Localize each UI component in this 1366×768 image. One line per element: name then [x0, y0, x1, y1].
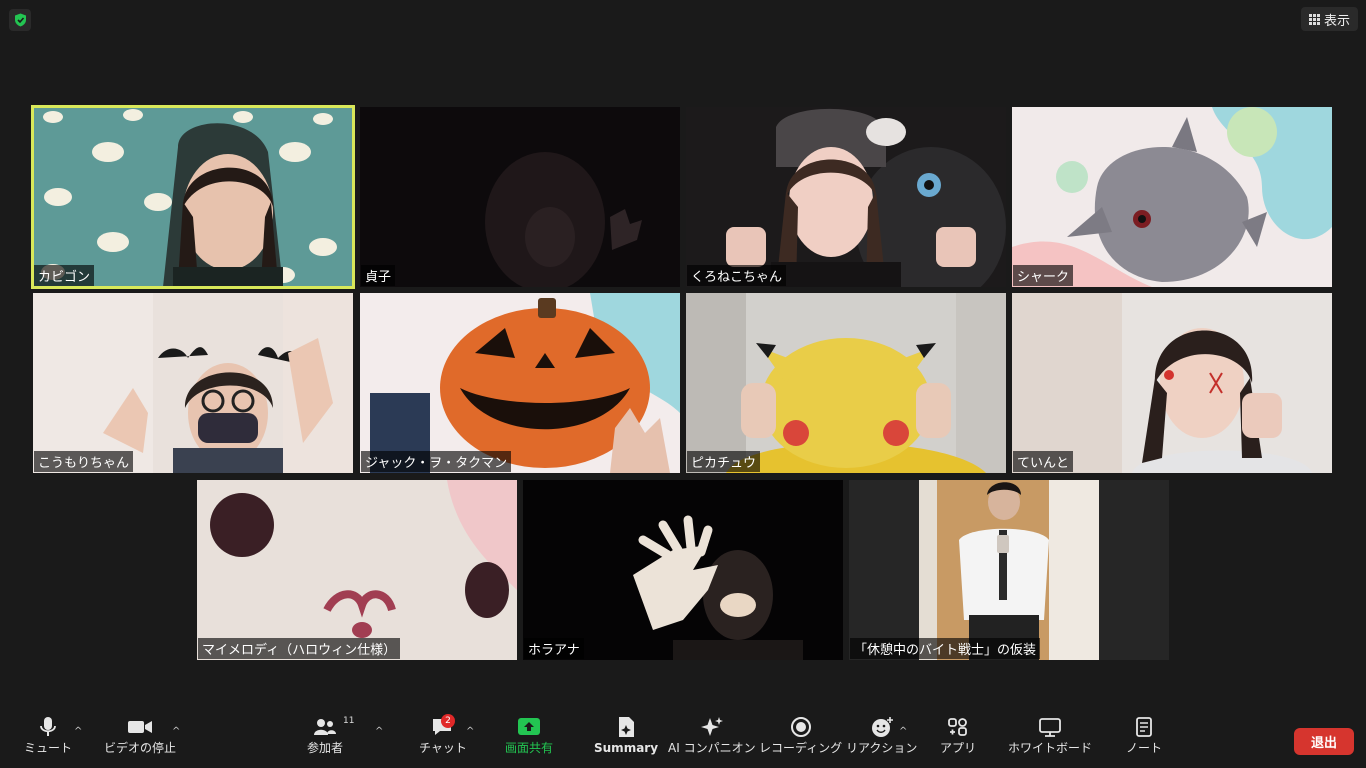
participant-video: [360, 107, 680, 287]
notes-icon: [1136, 717, 1152, 737]
participant-name: 貞子: [361, 265, 396, 286]
participant-name: シャーク: [1013, 265, 1074, 286]
summary-icon: [619, 717, 635, 737]
video-tile-baito[interactable]: 「休憩中のバイト戦士」の仮装: [849, 480, 1169, 660]
apps-label: アプリ: [940, 741, 977, 755]
participant-name: ホラアナ: [524, 638, 584, 659]
participant-video: [1012, 293, 1332, 473]
participant-video: [33, 293, 353, 473]
share-label: 画面共有: [505, 741, 554, 755]
video-camera-icon: [128, 721, 152, 733]
chat-options-chevron-icon[interactable]: ^: [466, 726, 474, 737]
video-tile-jack[interactable]: ジャック・ヲ・タクマン: [360, 293, 680, 473]
participant-video: [33, 107, 353, 287]
record-icon: [790, 717, 811, 737]
leave-meeting-button[interactable]: 退出: [1294, 728, 1354, 755]
chat-unread-badge: 2: [441, 714, 455, 728]
whiteboard-icon: [1039, 718, 1061, 737]
ai-sparkle-icon: [700, 717, 723, 736]
video-tile-shark[interactable]: シャーク: [1012, 107, 1332, 287]
participants-count: 11: [343, 716, 355, 726]
share-screen-button[interactable]: 画面共有: [505, 716, 553, 755]
chat-button[interactable]: 2 チャット: [419, 714, 467, 755]
participant-name: ジャック・ヲ・タクマン: [361, 451, 512, 472]
participant-name: カビゴン: [34, 265, 95, 286]
participant-name: マイメロディ（ハロウィン仕様）: [198, 638, 401, 659]
participant-name: こうもりちゃん: [34, 451, 134, 472]
summary-label: Summary: [594, 741, 659, 755]
video-tile-kuroneko[interactable]: くろねこちゃん: [686, 107, 1006, 287]
security-shield-icon[interactable]: [9, 9, 31, 31]
participants-options-chevron-icon[interactable]: ^: [375, 726, 383, 737]
record-label: レコーディング: [759, 741, 843, 755]
video-options-chevron-icon[interactable]: ^: [172, 726, 180, 737]
participant-video: [197, 480, 517, 660]
participant-video: [686, 293, 1006, 473]
mute-label: ミュート: [24, 741, 73, 755]
video-tile-koumori[interactable]: こうもりちゃん: [33, 293, 353, 473]
participant-name: ていんと: [1013, 451, 1074, 472]
participant-name: ピカチュウ: [687, 451, 761, 472]
participant-video: [686, 107, 1006, 287]
video-tile-teinto[interactable]: ていんと: [1012, 293, 1332, 473]
top-bar: 表示: [0, 0, 1366, 40]
ai-companion-button[interactable]: AI コンパニオン: [668, 716, 756, 755]
meeting-toolbar: ミュート ^ ビデオの停止 ^ 11 参加者 ^ 2 チャット ^ 画面共有 S…: [0, 712, 1366, 768]
apps-icon: [948, 718, 967, 736]
ai-label: AI コンパニオン: [668, 741, 756, 755]
video-tile-sadako[interactable]: 貞子: [360, 107, 680, 287]
mute-options-chevron-icon[interactable]: ^: [74, 726, 82, 737]
participant-video: [360, 293, 680, 473]
chat-label: チャット: [419, 741, 467, 755]
participants-label: 参加者: [307, 741, 344, 755]
notes-button[interactable]: ノート: [1126, 716, 1162, 755]
whiteboard-button[interactable]: ホワイトボード: [1008, 716, 1092, 755]
video-tile-horaana[interactable]: ホラアナ: [523, 480, 843, 660]
video-tile-mymelody[interactable]: マイメロディ（ハロウィン仕様）: [197, 480, 517, 660]
share-screen-icon: [518, 718, 540, 735]
grid-view-icon: [1308, 13, 1320, 25]
whiteboard-label: ホワイトボード: [1008, 741, 1093, 755]
video-tile-kabigon[interactable]: カビゴン: [31, 105, 355, 289]
participant-video: [523, 480, 843, 660]
participant-name: くろねこちゃん: [687, 265, 787, 286]
emoji-reaction-icon: [871, 717, 893, 737]
participant-name: 「休憩中のバイト戦士」の仮装: [850, 638, 1041, 659]
reaction-label: リアクション: [846, 741, 918, 755]
reactions-options-chevron-icon[interactable]: ^: [899, 726, 907, 737]
participant-video: [1012, 107, 1332, 287]
participants-button[interactable]: 11 参加者: [307, 716, 354, 755]
view-button[interactable]: 表示: [1300, 7, 1358, 31]
view-label: 表示: [1323, 13, 1350, 29]
mute-button[interactable]: ミュート: [24, 716, 72, 755]
summary-button[interactable]: Summary: [594, 716, 658, 755]
apps-button[interactable]: アプリ: [940, 716, 976, 755]
video-tile-pikachu[interactable]: ピカチュウ: [686, 293, 1006, 473]
microphone-icon: [40, 717, 56, 736]
video-label: ビデオの停止: [104, 741, 177, 755]
record-button[interactable]: レコーディング: [759, 716, 842, 755]
stop-video-button[interactable]: ビデオの停止: [104, 716, 176, 755]
participant-video: [849, 480, 1169, 660]
notes-label: ノート: [1126, 741, 1163, 755]
participants-icon: [314, 719, 336, 735]
